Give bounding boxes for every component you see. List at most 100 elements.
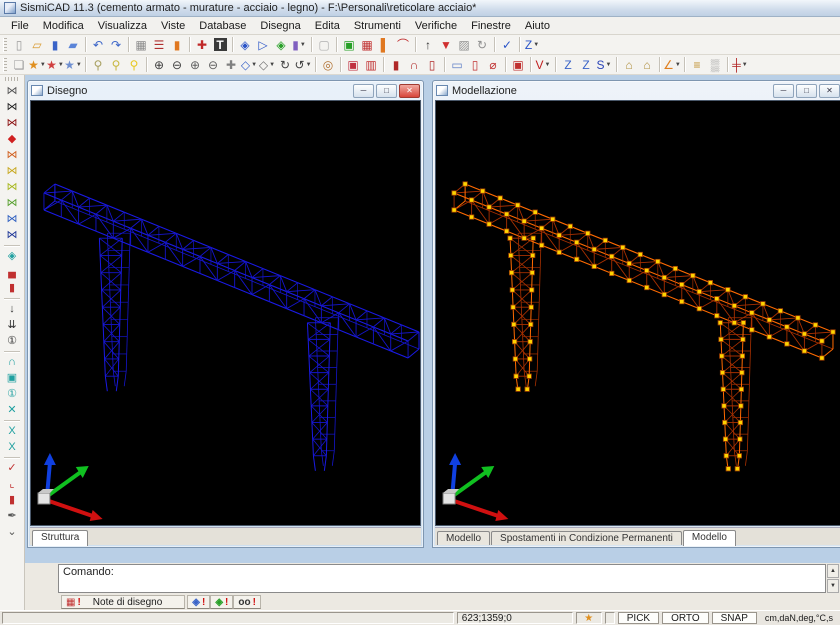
- menu-visualizza[interactable]: Visualizza: [91, 19, 154, 33]
- dome-button[interactable]: ∩: [405, 56, 423, 74]
- layer-state-orange-button-dropdown-icon[interactable]: ▼: [40, 62, 46, 68]
- view-2d-button-dropdown-icon[interactable]: ▼: [251, 62, 257, 68]
- command-scroll-down-button[interactable]: ▼: [827, 579, 839, 593]
- render-button[interactable]: ▮▼: [290, 36, 308, 54]
- modellazione-minimize-button[interactable]: ─: [773, 84, 794, 98]
- draw-line-button[interactable]: Z▼: [523, 36, 541, 54]
- angle-button-dropdown-icon[interactable]: ▼: [675, 62, 681, 68]
- load-case-2-button[interactable]: Z: [577, 56, 595, 74]
- modellazione-tab-modello-2[interactable]: Modello: [683, 530, 736, 546]
- layer-state-panel[interactable]: ★: [576, 612, 602, 624]
- view-axon-button[interactable]: ◈: [272, 36, 290, 54]
- view-north-button[interactable]: ◈: [236, 36, 254, 54]
- command-scroll-up-button[interactable]: ▲: [827, 564, 839, 578]
- verify-check-button[interactable]: ✓: [498, 36, 516, 54]
- more-tools-button[interactable]: ⌄: [3, 524, 21, 540]
- toolbar-grip[interactable]: [3, 58, 7, 72]
- modellazione-titlebar[interactable]: Modellazione ─ □ ✕: [433, 81, 840, 100]
- menu-database[interactable]: Database: [192, 19, 253, 33]
- command-input[interactable]: Comando:: [58, 564, 826, 593]
- text-x12-button[interactable]: X: [3, 439, 21, 455]
- element-type-7-button[interactable]: ⋈: [3, 179, 21, 195]
- save-all-button[interactable]: ▰: [64, 36, 82, 54]
- snap-toggle[interactable]: SNAP: [712, 612, 757, 624]
- element-type-3-button[interactable]: ⋈: [3, 115, 21, 131]
- materials-button[interactable]: ▮: [168, 36, 186, 54]
- point-load-button[interactable]: ↓: [3, 301, 21, 317]
- load-combo-button-dropdown-icon[interactable]: ▼: [606, 62, 612, 68]
- pile-cap-button[interactable]: ▄: [3, 264, 21, 280]
- lamp-off-button[interactable]: ⚲: [89, 56, 107, 74]
- panel-one-button[interactable]: ①: [3, 386, 21, 402]
- verify-v-button-dropdown-icon[interactable]: ▼: [545, 62, 551, 68]
- diagram-window-button[interactable]: ⌒: [394, 36, 412, 54]
- disegno-minimize-button[interactable]: ─: [353, 84, 374, 98]
- element-type-1-button[interactable]: ⋈: [3, 83, 21, 99]
- lamp-half-button[interactable]: ⚲: [107, 56, 125, 74]
- zoom-in-button[interactable]: ⊕: [186, 56, 204, 74]
- blank-view-button[interactable]: ▢: [315, 36, 333, 54]
- text-style-button[interactable]: T: [211, 36, 229, 54]
- view-3d-button[interactable]: ◇▼: [258, 56, 276, 74]
- roof-snow-button[interactable]: ⌂: [620, 56, 638, 74]
- terrain-button[interactable]: ▒: [706, 56, 724, 74]
- element-type-10-button[interactable]: ⋈: [3, 227, 21, 243]
- undo-button[interactable]: ↶: [89, 36, 107, 54]
- open-file-button[interactable]: ▱: [28, 36, 46, 54]
- zoom-selection-button[interactable]: ◎: [319, 56, 337, 74]
- codes-table-button[interactable]: ▦: [132, 36, 150, 54]
- disegno-titlebar[interactable]: Disegno ─ □ ✕: [28, 81, 423, 100]
- steel-beam-button-dropdown-icon[interactable]: ▼: [742, 62, 748, 68]
- draw-line-button-dropdown-icon[interactable]: ▼: [533, 42, 539, 48]
- roof-wind-button[interactable]: ⌂: [638, 56, 656, 74]
- pan-button[interactable]: ✚: [222, 56, 240, 74]
- save-file-button[interactable]: ▮: [46, 36, 64, 54]
- zoom-previous-button[interactable]: ⊖: [168, 56, 186, 74]
- toolbar-grip[interactable]: [5, 77, 19, 81]
- orbit-button[interactable]: ↻: [276, 56, 294, 74]
- disegno-tab-struttura-0[interactable]: Struttura: [32, 530, 88, 546]
- disegno-maximize-button[interactable]: □: [376, 84, 397, 98]
- grid-window-button[interactable]: ▦: [358, 36, 376, 54]
- new-file-button[interactable]: ▯: [10, 36, 28, 54]
- surface-tool-button[interactable]: ▨: [455, 36, 473, 54]
- verify-v-button[interactable]: V▼: [534, 56, 552, 74]
- check-line-button[interactable]: ✓: [3, 460, 21, 476]
- panel-load-button[interactable]: ①: [3, 333, 21, 349]
- mesh-cut-button[interactable]: ✕: [3, 402, 21, 418]
- shell-button[interactable]: ∩: [3, 354, 21, 370]
- save-view-button[interactable]: ▮: [3, 492, 21, 508]
- zoom-window-button[interactable]: ⊕: [150, 56, 168, 74]
- modellazione-close-button[interactable]: ✕: [819, 84, 840, 98]
- render-image-button[interactable]: ▣: [344, 56, 362, 74]
- red-bars-button[interactable]: ▥: [362, 56, 380, 74]
- menu-finestre[interactable]: Finestre: [464, 19, 518, 33]
- chart-window-button[interactable]: ▌: [376, 36, 394, 54]
- view-2d-button[interactable]: ◇▼: [240, 56, 258, 74]
- notes-alert-button[interactable]: ▦! Note di disegno: [61, 595, 185, 609]
- layer-state-blue-button-dropdown-icon[interactable]: ▼: [76, 62, 82, 68]
- sections-button[interactable]: ✚: [193, 36, 211, 54]
- note-view-blue-button[interactable]: ◈!: [187, 595, 210, 609]
- steel-beam-button[interactable]: ╪▼: [731, 56, 749, 74]
- eyedropper-button[interactable]: ✒: [3, 508, 21, 524]
- column-scheme-button[interactable]: ▯: [466, 56, 484, 74]
- plinth-3d-button[interactable]: ◈: [3, 248, 21, 264]
- pile-button[interactable]: ▯: [423, 56, 441, 74]
- layer-state-red-button[interactable]: ★▼: [46, 56, 64, 74]
- orbit-free-button-dropdown-icon[interactable]: ▼: [306, 62, 312, 68]
- pick-toggle[interactable]: PICK: [618, 612, 659, 624]
- load-case-1-button[interactable]: Z: [559, 56, 577, 74]
- rotate-tool-button[interactable]: ↻: [473, 36, 491, 54]
- soil-layers-button[interactable]: ≡: [688, 56, 706, 74]
- load-combo-button[interactable]: S▼: [595, 56, 613, 74]
- section-view-button[interactable]: ▼: [437, 36, 455, 54]
- app-titlebar[interactable]: SismiCAD 11.3 (cemento armato - murature…: [0, 0, 840, 17]
- panel-button[interactable]: ▣: [3, 370, 21, 386]
- note-view-green-button[interactable]: ◈!: [210, 595, 233, 609]
- modellazione-tab-spostamenti-in-condizione-permanenti-1[interactable]: Spostamenti in Condizione Permanenti: [491, 531, 682, 545]
- modellazione-tab-modello-0[interactable]: Modello: [437, 531, 490, 545]
- layer-state-orange-button[interactable]: ★▼: [28, 56, 46, 74]
- layers-button[interactable]: ❏: [10, 56, 28, 74]
- view-3d-button-dropdown-icon[interactable]: ▼: [269, 62, 275, 68]
